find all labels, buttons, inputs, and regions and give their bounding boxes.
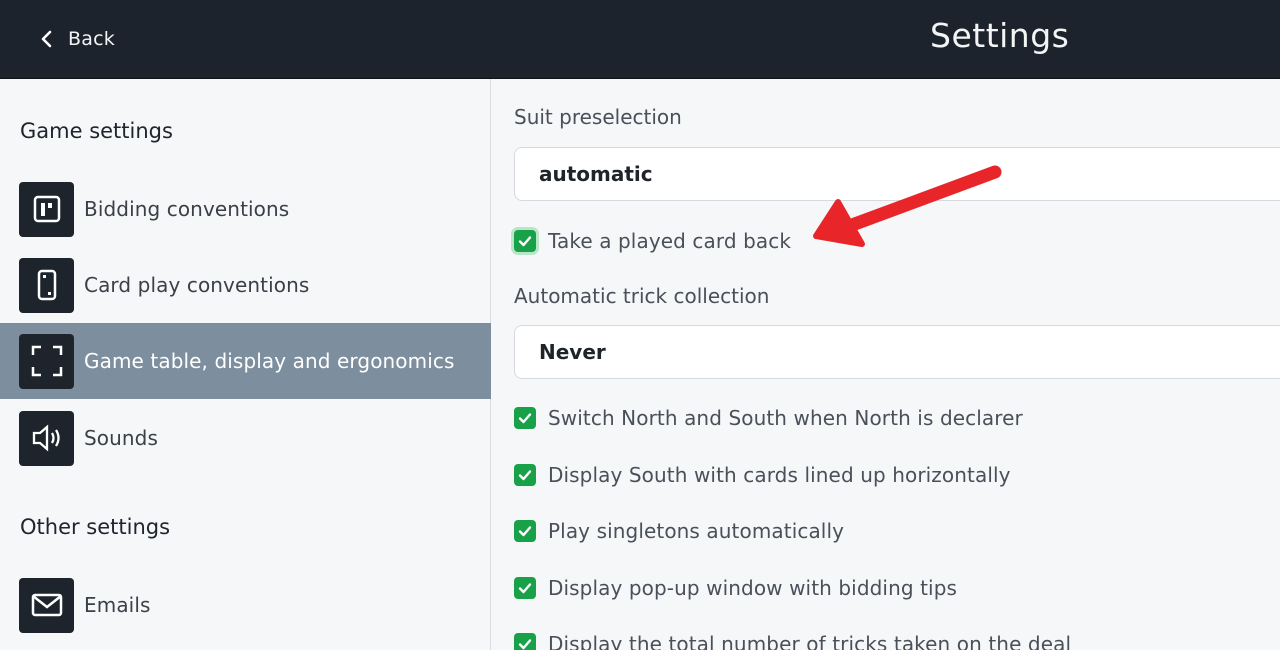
take-back-option[interactable]: Take a played card back <box>514 226 791 256</box>
back-button[interactable]: Back <box>36 24 115 54</box>
checkbox[interactable] <box>514 577 536 599</box>
checkbox[interactable] <box>514 464 536 486</box>
checkbox[interactable] <box>514 633 536 650</box>
settings-panel: Suit preselection automatic Take a playe… <box>492 79 1280 650</box>
bidding-box-icon <box>19 181 74 237</box>
top-bar: Back Settings <box>0 0 1280 79</box>
sidebar-item-emails[interactable]: Emails <box>0 567 491 643</box>
option-play-singletons[interactable]: Play singletons automatically <box>514 516 844 546</box>
option-label: Display the total number of tricks taken… <box>548 632 1072 650</box>
option-total-tricks[interactable]: Display the total number of tricks taken… <box>514 629 1071 650</box>
sidebar-item-label: Bidding conventions <box>84 197 290 221</box>
speaker-icon <box>19 410 74 466</box>
option-switch-north-south[interactable]: Switch North and South when North is dec… <box>514 403 1023 433</box>
checkbox[interactable] <box>514 407 536 429</box>
trick-collection-select[interactable]: Never <box>514 325 1280 379</box>
sidebar-item-label: Sounds <box>84 426 158 450</box>
sidebar-item-label: Card play conventions <box>84 273 310 297</box>
trick-collection-label: Automatic trick collection <box>514 284 770 308</box>
suit-preselection-label: Suit preselection <box>514 105 682 129</box>
page-title: Settings <box>930 16 1070 55</box>
option-bidding-tips[interactable]: Display pop-up window with bidding tips <box>514 573 957 603</box>
sidebar-item-bidding-conventions[interactable]: Bidding conventions <box>0 171 491 247</box>
sidebar-item-sounds[interactable]: Sounds <box>0 400 491 476</box>
option-label: Switch North and South when North is dec… <box>548 406 1023 430</box>
option-label: Display South with cards lined up horizo… <box>548 463 1011 487</box>
section-title-game-settings: Game settings <box>20 119 173 143</box>
option-label: Play singletons automatically <box>548 519 845 543</box>
suit-preselection-select[interactable]: automatic <box>514 147 1280 201</box>
settings-sidebar: Game settings Bidding conventions Card p… <box>0 79 491 650</box>
card-icon <box>19 257 74 313</box>
section-title-other-settings: Other settings <box>20 515 171 539</box>
sidebar-item-card-play-conventions[interactable]: Card play conventions <box>0 247 491 323</box>
back-label: Back <box>68 28 115 50</box>
fullscreen-frame-icon <box>19 333 74 389</box>
chevron-left-icon <box>36 28 58 50</box>
sidebar-item-label: Emails <box>84 593 151 617</box>
sidebar-item-game-table[interactable]: Game table, display and ergonomics <box>0 323 491 399</box>
envelope-icon <box>19 577 74 633</box>
take-back-checkbox[interactable] <box>514 230 536 252</box>
sidebar-item-label: Game table, display and ergonomics <box>84 349 455 373</box>
option-south-horizontal[interactable]: Display South with cards lined up horizo… <box>514 460 1011 490</box>
option-label: Display pop-up window with bidding tips <box>548 576 958 600</box>
take-back-label: Take a played card back <box>548 229 792 253</box>
checkbox[interactable] <box>514 520 536 542</box>
